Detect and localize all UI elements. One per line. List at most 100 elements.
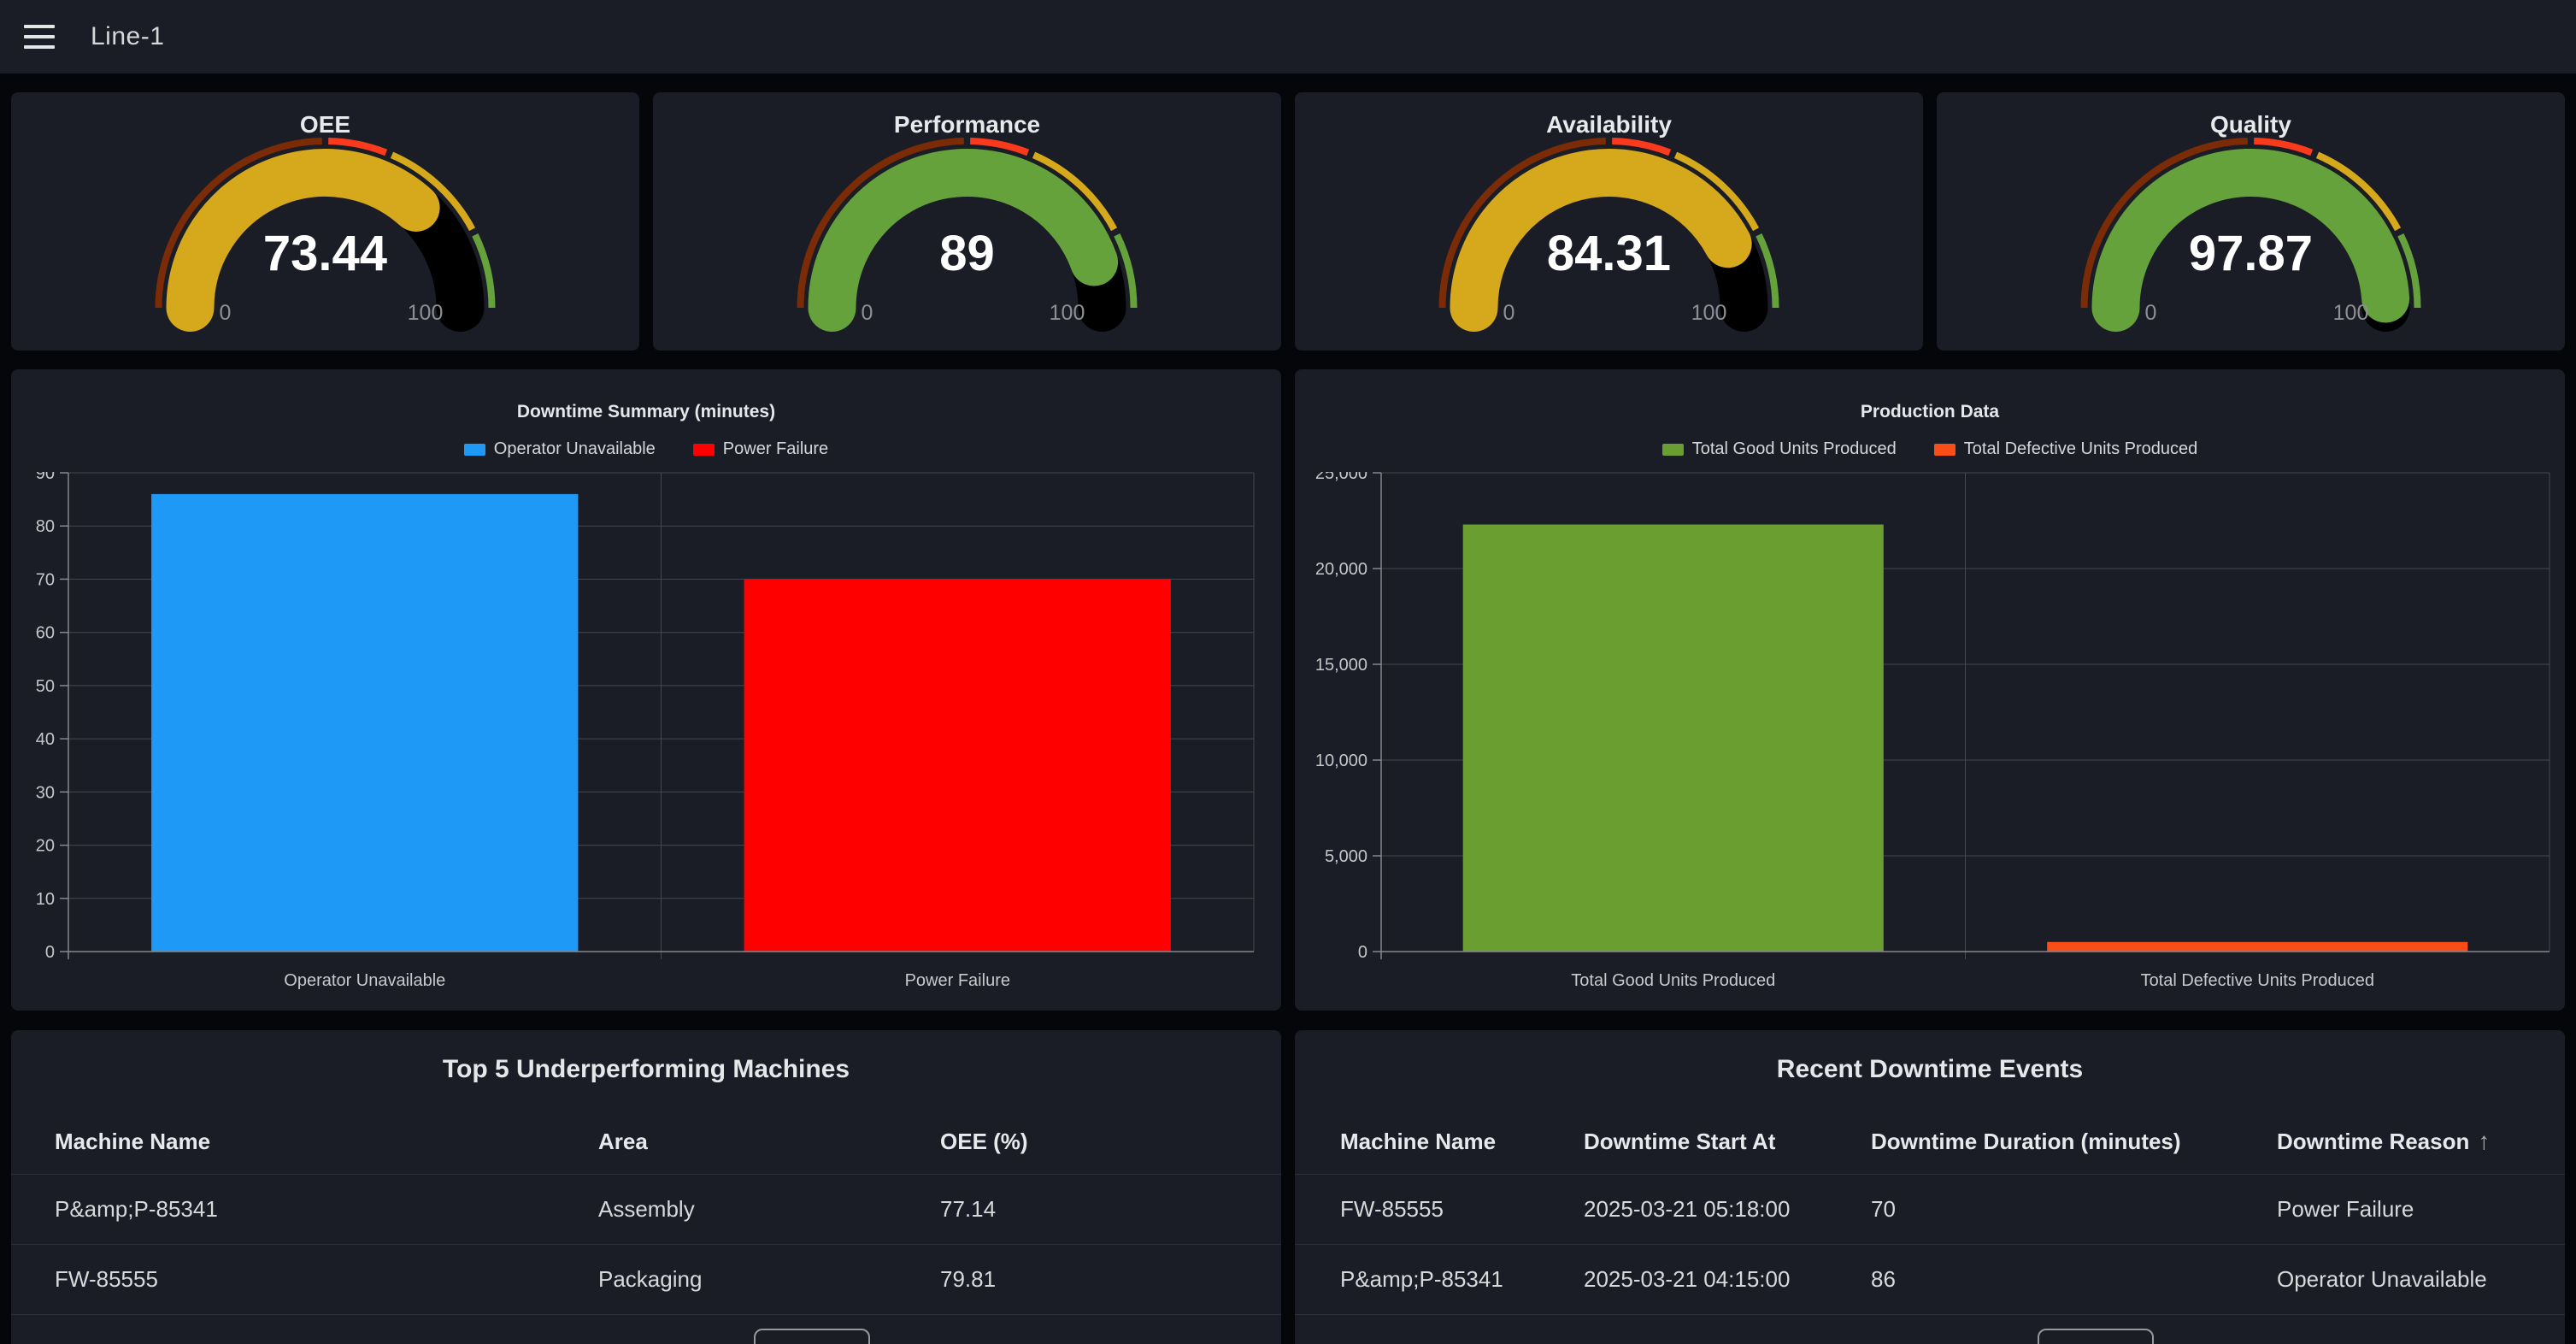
gauge-value: 84.31 <box>1547 226 1671 281</box>
column-header[interactable]: Machine Name <box>55 1129 598 1155</box>
y-axis-tick-label: 20 <box>36 837 55 856</box>
gauge-value: 97.87 <box>2189 226 2313 281</box>
y-axis-tick-label: 40 <box>36 730 55 749</box>
gauge-title: Quality <box>1937 111 2565 139</box>
y-axis-tick-label: 50 <box>36 677 55 696</box>
y-axis-tick-label: 30 <box>36 783 55 802</box>
legend-label: Total Defective Units Produced <box>1964 439 2197 459</box>
table-body: P&amp;P-85341Assembly77.14FW-85555Packag… <box>11 1174 1281 1315</box>
table-cell: 77.14 <box>940 1196 1281 1223</box>
underperforming-machines-table-panel: Top 5 Underperforming Machines Machine N… <box>11 1030 1281 1344</box>
legend-label: Total Good Units Produced <box>1692 439 1897 459</box>
table-cell: 2025-03-21 04:15:00 <box>1584 1266 1871 1293</box>
column-header[interactable]: OEE (%) <box>940 1129 1281 1155</box>
gauge-panel-oee: OEE 73.44 0 100 <box>11 92 639 351</box>
table-cell: FW-85555 <box>55 1266 598 1293</box>
y-axis-tick-label: 70 <box>36 570 55 589</box>
production-data-plot: 05,00010,00015,00020,00025,000Total Good… <box>1295 472 2565 1011</box>
pagination-page-button[interactable] <box>754 1329 870 1344</box>
column-header-label: Downtime Start At <box>1584 1129 1775 1155</box>
column-header-label: Downtime Duration (minutes) <box>1871 1129 2181 1155</box>
legend-swatch <box>1934 444 1956 456</box>
pagination-page-button[interactable] <box>2038 1329 2154 1344</box>
gauge-title: OEE <box>11 111 639 139</box>
table-row: P&amp;P-85341Assembly77.14 <box>11 1174 1281 1244</box>
x-axis-category-label: Total Defective Units Produced <box>2141 971 2374 990</box>
table-title: Recent Downtime Events <box>1295 1030 2565 1109</box>
gauge-max-label: 100 <box>1691 301 1727 325</box>
gauge-row: OEE 73.440100 Performance 890100 Availab… <box>11 92 2565 351</box>
column-header-label: Machine Name <box>55 1129 210 1155</box>
y-axis-tick-label: 80 <box>36 517 55 536</box>
gauge-min-label: 0 <box>2145 301 2157 325</box>
y-axis-tick-label: 15,000 <box>1315 656 1367 675</box>
chart-title: Production Data <box>1295 402 2565 422</box>
hamburger-menu-icon[interactable] <box>24 25 55 49</box>
legend-item[interactable]: Operator Unavailable <box>464 439 656 459</box>
sort-ascending-icon: ↑ <box>2478 1128 2490 1155</box>
table-row: FW-855552025-03-21 05:18:0070Power Failu… <box>1295 1174 2565 1244</box>
column-header[interactable]: Downtime Start At <box>1584 1129 1871 1155</box>
legend-swatch <box>693 444 715 456</box>
table-cell: Assembly <box>598 1196 940 1223</box>
table-cell: 70 <box>1871 1196 2277 1223</box>
chart-row: Downtime Summary (minutes) Operator Unav… <box>11 369 2565 1011</box>
table-cell: P&amp;P-85341 <box>1340 1266 1584 1293</box>
table-row: Top 5 Underperforming Machines Machine N… <box>11 1030 2565 1344</box>
column-header-label: Machine Name <box>1340 1129 1496 1155</box>
gauge-title: Performance <box>653 111 1281 139</box>
x-axis-category-label: Total Good Units Produced <box>1571 971 1775 990</box>
legend-label: Power Failure <box>723 439 828 459</box>
y-axis-tick-label: 0 <box>45 943 55 962</box>
column-header[interactable]: Machine Name <box>1340 1129 1584 1155</box>
column-header[interactable]: Downtime Duration (minutes) <box>1871 1129 2277 1155</box>
table-cell: P&amp;P-85341 <box>55 1196 598 1223</box>
table-cell: Operator Unavailable <box>2277 1266 2565 1293</box>
chart-legend: Total Good Units Produced Total Defective… <box>1295 439 2565 459</box>
legend-item[interactable]: Power Failure <box>693 439 828 459</box>
y-axis-tick-label: 20,000 <box>1315 560 1367 579</box>
gauge-max-label: 100 <box>2333 301 2369 325</box>
bar[interactable] <box>2047 942 2467 952</box>
gauge-panel-performance: Performance 890100 <box>653 92 1281 351</box>
bar[interactable] <box>1463 525 1884 952</box>
bar[interactable] <box>151 494 578 952</box>
legend-item[interactable]: Total Defective Units Produced <box>1934 439 2197 459</box>
gauge-max-label: 100 <box>408 301 444 325</box>
y-axis-tick-label: 10 <box>36 890 55 909</box>
chart-legend: Operator Unavailable Power Failure <box>11 439 1281 459</box>
table-title: Top 5 Underperforming Machines <box>11 1030 1281 1109</box>
dashboard-title: Line-1 <box>91 22 164 51</box>
legend-swatch <box>1662 444 1684 456</box>
gauge-panel-quality: Quality 97.87 0 100 <box>1937 92 2565 351</box>
gauge-min-label: 0 <box>862 301 873 325</box>
bar[interactable] <box>744 579 1171 952</box>
column-header-label: OEE (%) <box>940 1129 1028 1155</box>
pagination <box>1295 1329 2565 1344</box>
y-axis-tick-label: 60 <box>36 624 55 643</box>
y-axis-tick-label: 10,000 <box>1315 752 1367 770</box>
x-axis-category-label: Operator Unavailable <box>284 971 445 990</box>
gauge-value: 73.44 <box>263 226 387 281</box>
legend-item[interactable]: Total Good Units Produced <box>1662 439 1897 459</box>
table-body: FW-855552025-03-21 05:18:0070Power Failu… <box>1295 1174 2565 1315</box>
table-cell: 79.81 <box>940 1266 1281 1293</box>
recent-downtime-events-table-panel: Recent Downtime Events Machine Name Downt… <box>1295 1030 2565 1344</box>
y-axis-tick-label: 90 <box>36 472 55 483</box>
gauge-panel-availability: Availability 84.310100 <box>1295 92 1923 351</box>
y-axis-tick-label: 5,000 <box>1325 847 1367 866</box>
pagination <box>11 1329 1281 1344</box>
chart-title: Downtime Summary (minutes) <box>11 402 1281 422</box>
x-axis-category-label: Power Failure <box>905 971 1010 990</box>
downtime-summary-chart-panel: Downtime Summary (minutes) Operator Unav… <box>11 369 1281 1011</box>
column-header-label: Downtime Reason <box>2277 1129 2469 1155</box>
gauge-min-label: 0 <box>220 301 232 325</box>
column-header[interactable]: Area <box>598 1129 940 1155</box>
table-header-row: Machine Name Downtime Start At Downtime Du… <box>1295 1109 2565 1174</box>
table-row: P&amp;P-853412025-03-21 04:15:0086Operat… <box>1295 1244 2565 1314</box>
top-bar: Line-1 <box>0 0 2576 74</box>
column-header[interactable]: Downtime Reason ↑ <box>2277 1128 2565 1155</box>
table-row: FW-85555Packaging79.81 <box>11 1244 1281 1314</box>
legend-label: Operator Unavailable <box>494 439 656 459</box>
gauge-max-label: 100 <box>1050 301 1085 325</box>
